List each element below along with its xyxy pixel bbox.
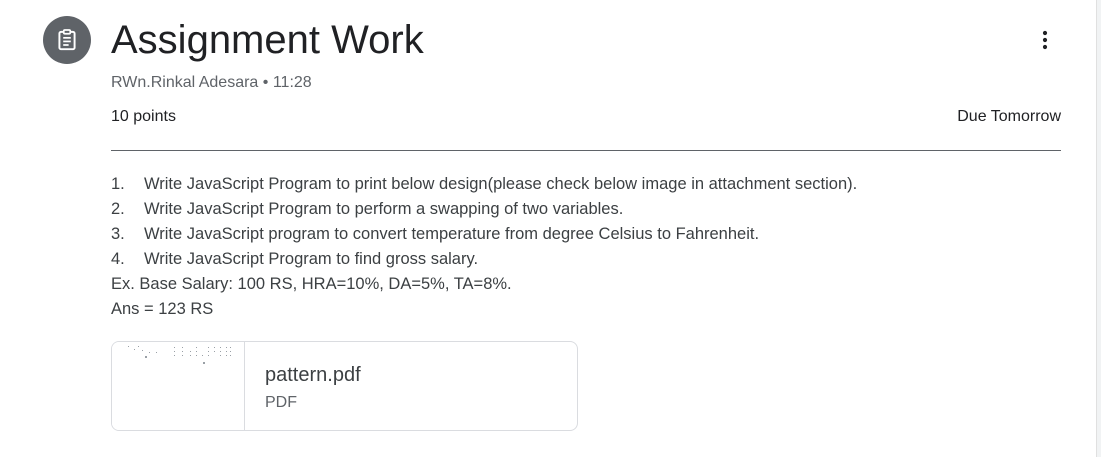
instruction-text: Write JavaScript Program to perform a sw… — [144, 200, 624, 218]
more-options-button[interactable] — [1025, 20, 1065, 60]
instruction-number: 2. — [111, 200, 125, 218]
answer-text: Ans = 123 RS — [111, 300, 214, 318]
instruction-item: 1. Write JavaScript Program to print belo… — [111, 172, 1061, 197]
instruction-text: Write JavaScript Program to find gross s… — [144, 250, 479, 268]
attachment-type: PDF — [265, 394, 297, 411]
instructions: 1. Write JavaScript Program to print belo… — [111, 172, 1061, 322]
assignment-title: Assignment Work — [111, 18, 424, 62]
example-text: Ex. Base Salary: 100 RS, HRA=10%, DA=5%,… — [111, 275, 512, 293]
instruction-item: 3. Write JavaScript program to convert te… — [111, 222, 1061, 247]
attachment-info: pattern.pdf PDF — [245, 342, 361, 430]
meta-separator: • — [262, 74, 269, 91]
due-date-label: Due Tomorrow — [957, 108, 1061, 125]
assignment-meta: RWn.Rinkal Adesara • 11:28 — [111, 73, 312, 93]
instruction-number: 4. — [111, 250, 125, 268]
instruction-item: 4. Write JavaScript Program to find gross… — [111, 247, 1061, 272]
pdf-thumbnail — [112, 342, 245, 430]
assignment-page: Assignment Work RWn.Rinkal Adesara • 11:… — [0, 0, 1101, 457]
instruction-text: Write JavaScript Program to print below … — [144, 175, 858, 193]
post-time: 11:28 — [272, 74, 312, 91]
attachment-card[interactable]: pattern.pdf PDF — [111, 341, 578, 431]
instruction-number: 1. — [111, 175, 125, 193]
instruction-item: 2. Write JavaScript Program to perform a … — [111, 197, 1061, 222]
right-panel — [1097, 0, 1101, 457]
instruction-text: Write JavaScript program to convert temp… — [144, 225, 760, 243]
instruction-number: 3. — [111, 225, 125, 243]
assignment-icon — [43, 16, 91, 64]
more-vert-icon — [1042, 30, 1048, 50]
author-name: RWn.Rinkal Adesara — [111, 74, 259, 91]
divider — [111, 150, 1061, 151]
attachment-name[interactable]: pattern.pdf — [265, 363, 361, 387]
points-label: 10 points — [111, 108, 176, 125]
